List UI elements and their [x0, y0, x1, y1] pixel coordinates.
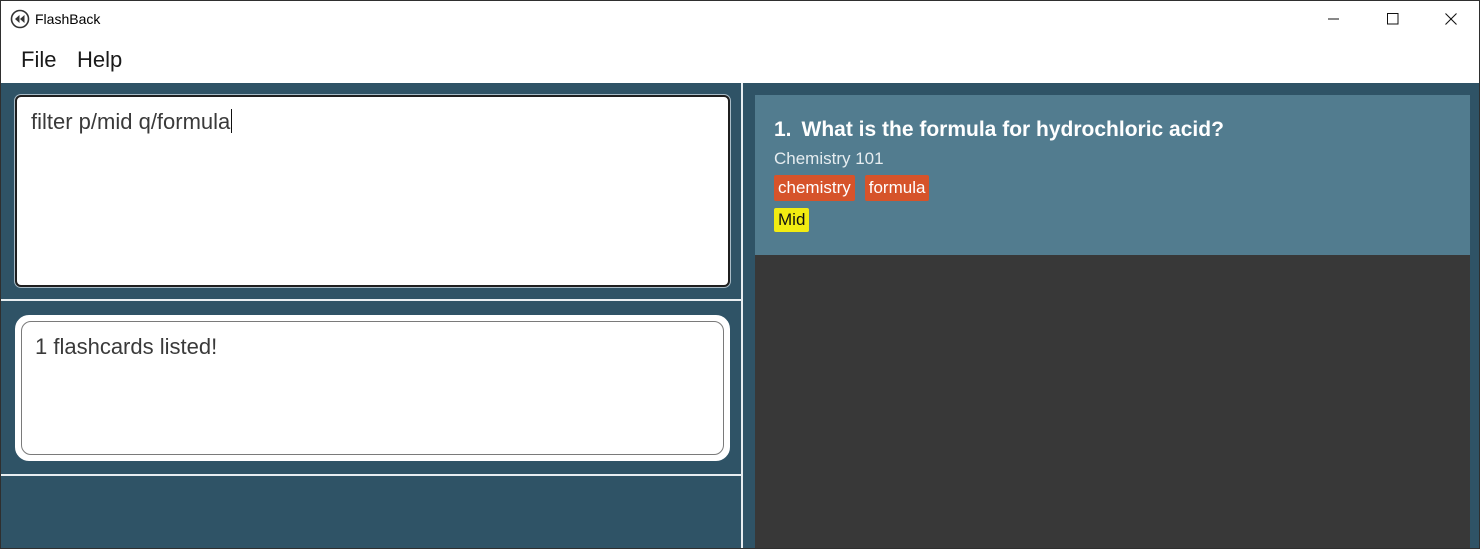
close-icon: [1445, 13, 1457, 25]
priority-badge: Mid: [774, 208, 810, 232]
tag-badge: formula: [864, 175, 930, 201]
flashcard-list[interactable]: 1. What is the formula for hydrochloric a…: [755, 95, 1470, 548]
flashcard-index: 1.: [774, 118, 792, 141]
left-pane: filter p/mid q/formula 1 flashcards list…: [1, 83, 741, 548]
tag-badge: chemistry: [774, 175, 855, 201]
result-message: 1 flashcards listed!: [35, 334, 218, 359]
main-area: filter p/mid q/formula 1 flashcards list…: [1, 83, 1479, 548]
result-display: 1 flashcards listed!: [15, 315, 730, 461]
flashcard-question: 1. What is the formula for hydrochloric a…: [774, 118, 1224, 142]
menu-help[interactable]: Help: [77, 48, 122, 72]
flashcard-tags: chemistry formula: [774, 175, 930, 201]
divider: [1, 299, 741, 301]
flashcard-category: Chemistry 101: [774, 149, 884, 168]
flashcard-question-text: What is the formula for hydrochloric aci…: [801, 118, 1224, 141]
flashcard-item[interactable]: 1. What is the formula for hydrochloric a…: [755, 95, 1470, 255]
maximize-button[interactable]: [1364, 1, 1422, 37]
menu-bar: File Help: [1, 37, 1479, 82]
minimize-button[interactable]: [1305, 1, 1363, 37]
window-title: FlashBack: [35, 11, 101, 27]
result-display-inner[interactable]: 1 flashcards listed!: [21, 321, 724, 455]
text-caret: [231, 109, 233, 133]
close-button[interactable]: [1422, 1, 1479, 37]
right-pane: 1. What is the formula for hydrochloric a…: [743, 83, 1479, 548]
divider: [1, 474, 741, 476]
title-bar[interactable]: FlashBack: [1, 1, 1479, 37]
app-window: FlashBack File Help filter p/mid q/formu…: [0, 0, 1480, 549]
command-input-text: filter p/mid q/formula: [31, 109, 233, 134]
rewind-icon: [10, 9, 30, 29]
minimize-icon: [1328, 18, 1339, 20]
menu-file[interactable]: File: [21, 48, 56, 72]
command-input[interactable]: filter p/mid q/formula: [15, 95, 730, 287]
maximize-icon: [1387, 13, 1399, 25]
